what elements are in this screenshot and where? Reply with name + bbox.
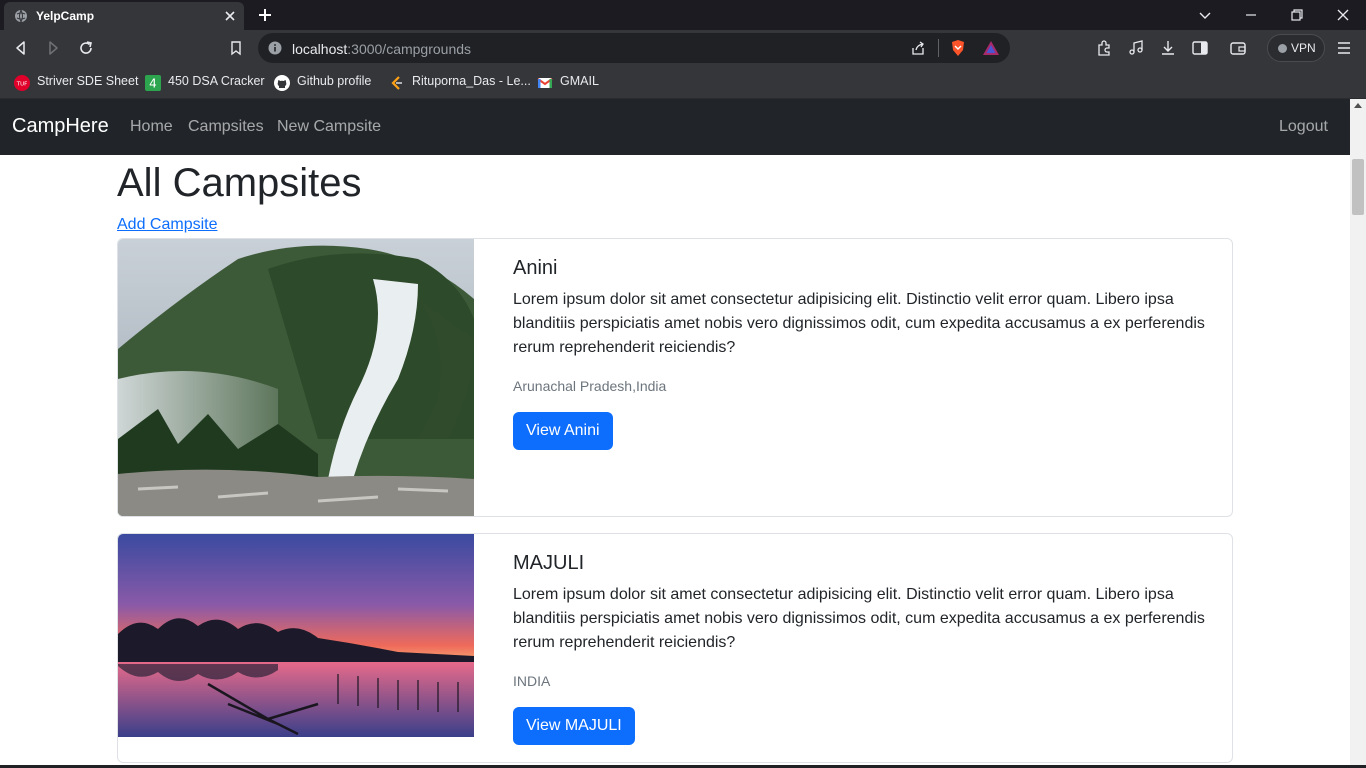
- brave-rewards-icon[interactable]: [982, 39, 1000, 57]
- nav-campsites-link[interactable]: Campsites: [188, 118, 264, 136]
- card-location: Arunachal Pradesh,India: [513, 378, 667, 394]
- card-title: Anini: [513, 257, 558, 279]
- site-info-icon[interactable]: [268, 41, 282, 55]
- card-description: Lorem ipsum dolor sit amet consectetur a…: [513, 291, 1205, 356]
- github-icon: [274, 75, 290, 91]
- wallet-icon[interactable]: [1229, 39, 1247, 57]
- bookmark-icon[interactable]: [227, 39, 245, 57]
- add-campsite-link[interactable]: Add Campsite: [117, 216, 218, 234]
- site-navbar: CampHere Home Campsites New Campsite Log…: [0, 99, 1350, 155]
- bookmark-label: 450 DSA Cracker: [168, 74, 265, 88]
- browser-titlebar: YelpCamp: [0, 0, 1366, 30]
- sidebar-icon[interactable]: [1191, 39, 1209, 57]
- four-badge-icon: 4: [145, 75, 161, 91]
- brave-shields-icon[interactable]: [949, 39, 967, 57]
- close-window-icon[interactable]: [1335, 7, 1351, 23]
- leetcode-icon: [391, 76, 402, 90]
- bookmark-label: Github profile: [297, 74, 372, 88]
- menu-icon[interactable]: [1335, 39, 1353, 57]
- nav-logout-link[interactable]: Logout: [1279, 118, 1328, 136]
- share-icon[interactable]: [910, 40, 926, 56]
- url-host: localhost: [292, 41, 348, 57]
- scroll-up-arrow-icon[interactable]: [1354, 103, 1362, 108]
- reload-icon[interactable]: [77, 39, 95, 57]
- scroll-thumb[interactable]: [1352, 159, 1364, 215]
- new-tab-icon[interactable]: [256, 6, 274, 24]
- campground-card: MAJULI Lorem ipsum dolor sit amet consec…: [117, 533, 1233, 763]
- campground-card: Anini Lorem ipsum dolor sit amet consect…: [117, 238, 1233, 517]
- minimize-icon[interactable]: [1243, 7, 1259, 23]
- page-viewport: All Campsites Add Campsite Anini Lorem i…: [0, 99, 1366, 768]
- browser-tab[interactable]: YelpCamp: [4, 2, 244, 30]
- tab-title: YelpCamp: [36, 9, 95, 23]
- card-location: INDIA: [513, 673, 551, 689]
- svg-text:4: 4: [149, 77, 157, 91]
- address-bar[interactable]: localhost:3000/campgrounds: [258, 33, 1010, 63]
- bookmark-label: Striver SDE Sheet: [37, 74, 139, 88]
- waterfall-forest-image: [118, 239, 474, 516]
- omnibox-divider: [938, 39, 939, 57]
- page-title: All Campsites: [117, 161, 362, 205]
- navbar-brand[interactable]: CampHere: [12, 115, 109, 138]
- back-icon[interactable]: [12, 39, 30, 57]
- restore-icon[interactable]: [1289, 7, 1305, 23]
- vpn-button[interactable]: VPN: [1267, 34, 1325, 62]
- card-title: MAJULI: [513, 552, 585, 574]
- media-icon[interactable]: [1127, 39, 1145, 57]
- bookmark-label: Rituporna_Das - Le...: [412, 74, 531, 88]
- gmail-icon: [537, 78, 553, 88]
- url-path: :3000/campgrounds: [347, 41, 472, 57]
- nav-home-link[interactable]: Home: [130, 118, 173, 136]
- bookmarks-bar: TUF Striver SDE Sheet 4 450 DSA Cracker …: [0, 66, 1366, 99]
- url-text[interactable]: localhost:3000/campgrounds: [292, 41, 471, 57]
- view-campground-button[interactable]: View MAJULI: [513, 707, 635, 745]
- browser-toolbar: localhost:3000/campgrounds VPN: [0, 30, 1366, 66]
- sunset-river-image: [118, 534, 474, 737]
- view-campground-button[interactable]: View Anini: [513, 412, 613, 450]
- tab-search-chevron-icon[interactable]: [1197, 7, 1213, 23]
- tuf-icon: TUF: [14, 75, 30, 91]
- svg-text:TUF: TUF: [16, 82, 28, 88]
- page-scrollbar[interactable]: [1350, 99, 1366, 768]
- vpn-status-dot: [1278, 44, 1287, 53]
- bookmark-label: GMAIL: [560, 74, 599, 88]
- card-description: Lorem ipsum dolor sit amet consectetur a…: [513, 586, 1205, 651]
- nav-new-campsite-link[interactable]: New Campsite: [277, 118, 381, 136]
- extensions-icon[interactable]: [1095, 39, 1113, 57]
- vpn-label: VPN: [1291, 41, 1316, 55]
- close-tab-icon[interactable]: [222, 8, 238, 24]
- forward-icon[interactable]: [44, 39, 62, 57]
- globe-icon: [15, 9, 27, 23]
- download-icon[interactable]: [1159, 39, 1177, 57]
